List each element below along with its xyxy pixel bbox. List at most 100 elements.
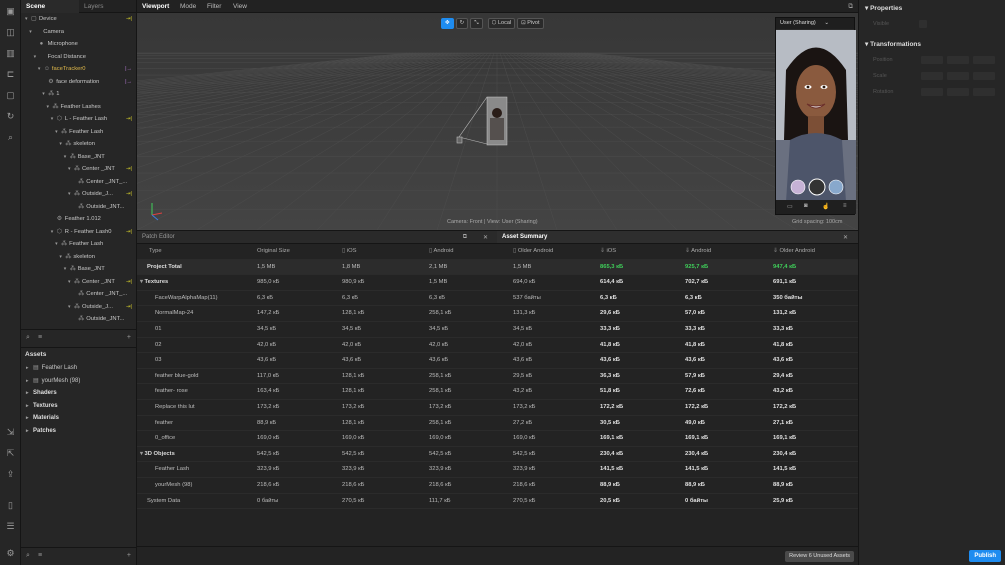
rotation-y-field[interactable]: [947, 88, 969, 96]
column-header[interactable]: Type: [149, 244, 162, 260]
scene-tree-item[interactable]: ▾ ⁂ Feather Lash: [21, 238, 136, 251]
rotation-x-field[interactable]: [921, 88, 943, 96]
frame-icon[interactable]: ▢: [5, 90, 16, 101]
table-row[interactable]: 03 43,6 кБ 43,6 кБ 43,6 кБ 43,6 кБ 43,6 кБ 43,…: [137, 353, 858, 369]
rotate-tool-icon[interactable]: ↻: [455, 18, 469, 29]
scene-icon[interactable]: ◫: [5, 27, 16, 38]
viewport[interactable]: ✥ ↻ ⤡ ⬡ Local ⊡ Pivot User (Sharing) ⌄ ⧉: [137, 13, 858, 230]
asset-item[interactable]: ▸ Shaders: [21, 387, 136, 400]
menu-view[interactable]: View: [233, 0, 247, 13]
patch-editor-bar[interactable]: Patch Editor ⧉ ✕: [137, 230, 497, 244]
review-unused-assets-button[interactable]: Review 6 Unused Assets: [785, 551, 854, 562]
link-icon[interactable]: ⇥|: [126, 188, 132, 201]
scene-tree-item[interactable]: ▾ ⁂ 1: [21, 88, 136, 101]
table-row[interactable]: ▾ 3D Objects 542,5 кБ 542,5 кБ 542,5 кБ 542,…: [137, 447, 858, 463]
asset-item[interactable]: ▸ Materials: [21, 412, 136, 425]
table-row[interactable]: 01 34,5 кБ 34,5 кБ 34,5 кБ 34,5 кБ 33,3 кБ 33,…: [137, 322, 858, 338]
asset-item[interactable]: ▸ ▤ yourMesh (98): [21, 375, 136, 388]
move-tool-icon[interactable]: ✥: [441, 18, 454, 29]
scene-tree-item[interactable]: ▾ ⁂ Feather Lash: [21, 126, 136, 139]
add-object-button[interactable]: +: [127, 334, 131, 341]
scene-tree-item[interactable]: ▾ ☺ faceTracker0 |→: [21, 63, 136, 76]
scene-tree-item[interactable]: ▾ Camera: [21, 26, 136, 39]
preview-header[interactable]: User (Sharing) ⌄: [776, 18, 854, 29]
scale-x-field[interactable]: [921, 72, 943, 80]
chevron-right-icon[interactable]: ▸: [26, 387, 33, 400]
local-toggle[interactable]: ⬡ Local: [487, 18, 516, 29]
scene-tree-item[interactable]: ⚙ Feather 1.012: [21, 213, 136, 226]
menu-mode[interactable]: Mode: [180, 0, 196, 13]
column-header[interactable]: ⇓ Android: [685, 244, 711, 260]
menu-icon[interactable]: ≡: [843, 203, 847, 209]
library-icon[interactable]: ▥: [5, 48, 16, 59]
pivot-toggle[interactable]: ⊡ Pivot: [517, 18, 544, 29]
tab-layers[interactable]: Layers: [79, 0, 137, 13]
chevron-down-icon[interactable]: ⌄: [824, 18, 829, 29]
scene-tree-item[interactable]: ▾ ⬡ L - Feather Lash ⇥|: [21, 113, 136, 126]
link-icon[interactable]: ⇥|: [126, 226, 132, 239]
menu-filter[interactable]: Filter: [207, 0, 221, 13]
table-row[interactable]: 0_office 169,0 кБ 169,0 кБ 169,0 кБ 169,0 кБ…: [137, 431, 858, 447]
search-icon[interactable]: ⌕: [26, 552, 30, 560]
scene-tree-item[interactable]: ⁂ Center _JNT_...: [21, 176, 136, 189]
search-icon[interactable]: ⌕: [5, 132, 16, 143]
scene-tree-item[interactable]: ▾ ▢ Device ⇥|: [21, 13, 136, 26]
scene-tree-item[interactable]: ▾ ⁂ Base_JNT: [21, 151, 136, 164]
asset-item[interactable]: ▸ Patches: [21, 425, 136, 438]
table-row[interactable]: Feather Lash 323,9 кБ 323,9 кБ 323,9 кБ 323,…: [137, 462, 858, 478]
close-icon[interactable]: ✕: [483, 234, 488, 241]
position-x-field[interactable]: [921, 56, 943, 64]
scene-tree-item[interactable]: ▾ Focal Distance: [21, 51, 136, 64]
menu-viewport[interactable]: Viewport: [142, 0, 169, 13]
scene-tree-item[interactable]: ▾ ⁂ skeleton: [21, 138, 136, 151]
scene-tree-item[interactable]: ⁂ Outside_JNT...: [21, 201, 136, 214]
table-row[interactable]: feather blue-gold 117,0 кБ 128,1 кБ 258,1 к…: [137, 369, 858, 385]
video-icon[interactable]: ▭: [787, 203, 793, 210]
chevron-right-icon[interactable]: ▸: [26, 362, 33, 375]
column-header[interactable]: ▯ Older Android: [513, 244, 553, 260]
popout-icon[interactable]: ⧉: [463, 234, 467, 241]
link-icon[interactable]: |→: [125, 63, 132, 76]
table-row[interactable]: feather 88,9 кБ 128,1 кБ 258,1 кБ 27,2 кБ 30,…: [137, 416, 858, 432]
scene-tree-item[interactable]: ▾ ⁂ Center _JNT ⇥|: [21, 276, 136, 289]
transformations-section[interactable]: ▾ Transformations: [859, 38, 921, 51]
table-row[interactable]: FaceWarpAlphaMap(11) 6,3 кБ 6,3 кБ 6,3 кБ 53…: [137, 291, 858, 307]
close-icon[interactable]: ✕: [843, 234, 848, 241]
properties-section[interactable]: ▾ Properties: [859, 2, 1005, 15]
camera-icon[interactable]: ◙: [804, 203, 808, 209]
filter-icon[interactable]: ≡: [38, 334, 42, 341]
column-header[interactable]: ▯ iOS: [342, 244, 356, 260]
publish-button[interactable]: Publish: [969, 550, 1001, 562]
device-icon[interactable]: ▯: [5, 500, 16, 511]
scene-tree-item[interactable]: ▾ ⁂ Outside_J... ⇥|: [21, 188, 136, 201]
table-row[interactable]: 02 42,0 кБ 42,0 кБ 42,0 кБ 42,0 кБ 41,8 кБ 41,…: [137, 338, 858, 354]
link-icon[interactable]: ⇥|: [126, 301, 132, 314]
scale-z-field[interactable]: [973, 72, 995, 80]
layout-icon[interactable]: ▣: [5, 6, 16, 17]
import-icon[interactable]: ⇲: [5, 427, 16, 438]
column-header[interactable]: ⇓ iOS: [600, 244, 616, 260]
table-row[interactable]: feather- rose 163,4 кБ 128,1 кБ 258,1 кБ 43,…: [137, 384, 858, 400]
popout-icon[interactable]: ⧉: [848, 0, 853, 13]
console-icon[interactable]: ☰: [5, 521, 16, 532]
chevron-icon[interactable]: ▾: [29, 26, 35, 39]
table-row[interactable]: NormalMap-24 147,2 кБ 128,1 кБ 258,1 кБ 131,…: [137, 306, 858, 322]
position-z-field[interactable]: [973, 56, 995, 64]
link-icon[interactable]: ⇥|: [126, 113, 132, 126]
chevron-right-icon[interactable]: ▸: [26, 425, 33, 438]
table-row[interactable]: Project Total 1,5 MB 1,8 MB 2,1 MB 1,5 MB 865…: [137, 259, 858, 276]
scene-tree-item[interactable]: ⁂ Center _JNT_...: [21, 288, 136, 301]
touch-icon[interactable]: ☝: [822, 203, 829, 210]
scene-tree-item[interactable]: ▾ ⁂ Center _JNT ⇥|: [21, 163, 136, 176]
export-icon[interactable]: ⇱: [5, 448, 16, 459]
scene-tree-item[interactable]: ▾ ⁂ Feather Lashes: [21, 101, 136, 114]
link-icon[interactable]: ⇥|: [126, 163, 132, 176]
table-row[interactable]: System Data 0 байты 270,5 кБ 111,7 кБ 270,5 …: [137, 494, 858, 510]
position-y-field[interactable]: [947, 56, 969, 64]
rotation-z-field[interactable]: [973, 88, 995, 96]
scale-tool-icon[interactable]: ⤡: [470, 18, 483, 29]
chevron-right-icon[interactable]: ▸: [26, 375, 33, 388]
asset-item[interactable]: ▸ Textures: [21, 400, 136, 413]
scene-tree-item[interactable]: ▾ ⬡ R - Feather Lash0 ⇥|: [21, 226, 136, 239]
scene-tree-item[interactable]: ▾ ⁂ Base_JNT: [21, 263, 136, 276]
